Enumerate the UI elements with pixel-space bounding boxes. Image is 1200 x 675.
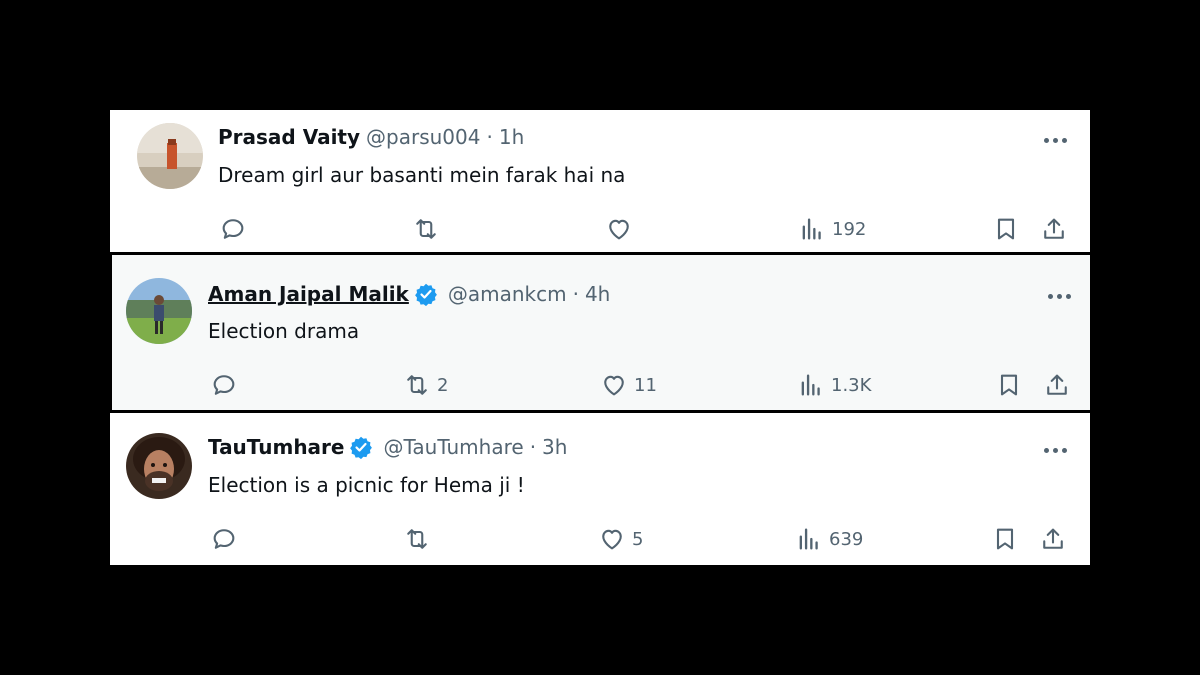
avatar[interactable] — [126, 433, 192, 499]
timestamp[interactable]: 3h — [542, 435, 567, 459]
retweet-button[interactable]: 2 — [403, 370, 448, 400]
reply-icon — [213, 375, 235, 395]
verified-badge-icon — [349, 435, 373, 459]
reply-icon — [222, 219, 244, 239]
reply-icon — [213, 529, 235, 549]
bookmark-button[interactable] — [995, 370, 1023, 400]
more-icon[interactable] — [1044, 286, 1074, 306]
tweet-card-3[interactable]: TauTumhare @TauTumhare · 3h Election is … — [110, 413, 1090, 565]
more-icon[interactable] — [1040, 440, 1070, 460]
bookmark-icon — [1000, 374, 1018, 396]
more-icon[interactable] — [1040, 130, 1070, 150]
views-count: 192 — [832, 218, 867, 240]
reply-button[interactable] — [219, 214, 253, 244]
like-count: 11 — [634, 374, 657, 396]
views-count: 1.3K — [831, 374, 872, 396]
share-button[interactable] — [1043, 370, 1071, 400]
bookmark-icon — [997, 218, 1015, 240]
views-button[interactable]: 1.3K — [797, 370, 871, 400]
retweet-count: 2 — [437, 374, 449, 396]
bookmark-button[interactable] — [992, 214, 1020, 244]
retweet-button[interactable] — [412, 214, 446, 244]
views-icon — [801, 374, 820, 396]
views-button[interactable]: 192 — [798, 214, 866, 244]
share-icon — [1047, 374, 1067, 395]
user-handle[interactable]: @TauTumhare — [383, 435, 523, 459]
share-button[interactable] — [1039, 524, 1067, 554]
views-button[interactable]: 639 — [795, 524, 863, 554]
verified-badge-icon — [414, 282, 438, 306]
share-button[interactable] — [1040, 214, 1068, 244]
tweet-card-2[interactable]: Aman Jaipal Malik @amankcm · 4h Election… — [112, 255, 1090, 410]
bookmark-button[interactable] — [991, 524, 1019, 554]
tweet-text: Dream girl aur basanti mein farak hai na — [218, 163, 626, 187]
bookmark-icon — [996, 528, 1014, 550]
like-button[interactable]: 11 — [600, 370, 657, 400]
tweet-text: Election is a picnic for Hema ji ! — [208, 473, 525, 497]
timestamp[interactable]: 1h — [499, 125, 524, 149]
reply-button[interactable] — [210, 370, 244, 400]
separator-dot: · — [572, 282, 579, 306]
like-count: 5 — [632, 528, 644, 550]
retweet-button[interactable] — [403, 524, 437, 554]
retweet-icon — [416, 219, 436, 239]
share-icon — [1043, 528, 1063, 549]
user-handle[interactable]: @parsu004 — [366, 125, 480, 149]
timestamp[interactable]: 4h — [585, 282, 610, 306]
avatar[interactable] — [126, 278, 192, 344]
display-name[interactable]: Prasad Vaity — [218, 125, 360, 149]
display-name[interactable]: Aman Jaipal Malik — [208, 282, 409, 306]
user-handle[interactable]: @amankcm — [448, 282, 567, 306]
share-icon — [1044, 218, 1064, 239]
retweet-icon — [407, 529, 427, 549]
avatar[interactable] — [137, 123, 203, 189]
separator-dot: · — [529, 435, 537, 459]
separator-dot: · — [486, 125, 493, 149]
like-icon — [609, 219, 629, 240]
like-icon — [604, 375, 624, 396]
like-icon — [602, 529, 622, 550]
like-button[interactable] — [605, 214, 639, 244]
views-icon — [799, 528, 818, 550]
views-count: 639 — [829, 528, 864, 550]
tweet-card-1[interactable]: Prasad Vaity @parsu004 · 1h Dream girl a… — [110, 110, 1090, 252]
views-icon — [802, 218, 821, 240]
retweet-icon — [407, 375, 427, 395]
display-name[interactable]: TauTumhare — [208, 435, 344, 459]
tweet-text: Election drama — [208, 319, 360, 343]
reply-button[interactable] — [210, 524, 244, 554]
like-button[interactable]: 5 — [598, 524, 643, 554]
